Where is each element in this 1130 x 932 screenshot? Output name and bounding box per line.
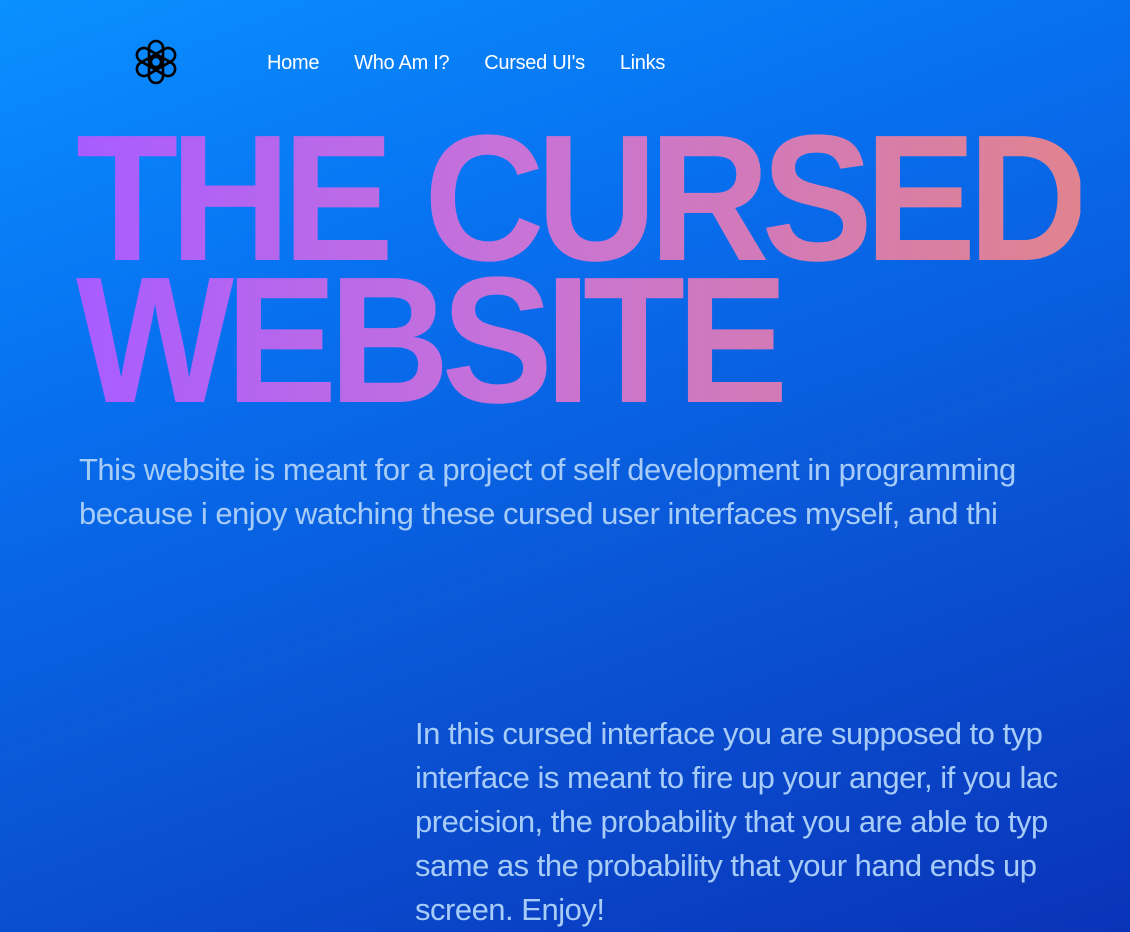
- intro-paragraph: This website is meant for a project of s…: [79, 448, 1130, 536]
- nav-link-cursed-uis[interactable]: Cursed UI's: [484, 52, 585, 75]
- main-nav: Home Who Am I? Cursed UI's Links: [267, 52, 700, 75]
- nav-link-who-am-i[interactable]: Who Am I?: [354, 52, 449, 75]
- description-line-4: same as the probability that your hand e…: [415, 848, 1037, 883]
- description-line-2: interface is meant to fire up your anger…: [415, 760, 1058, 795]
- openai-knot-icon: [135, 39, 177, 85]
- intro-line-1: This website is meant for a project of s…: [79, 452, 1016, 487]
- hero-title: THE CURSED WEBSITE: [76, 128, 1080, 412]
- description-line-3: precision, the probability that you are …: [415, 804, 1048, 839]
- description-line-1: In this cursed interface you are suppose…: [415, 716, 1043, 751]
- nav-link-home[interactable]: Home: [267, 52, 319, 75]
- intro-line-2: because i enjoy watching these cursed us…: [79, 496, 998, 531]
- description-line-5: screen. Enjoy!: [415, 892, 605, 927]
- logo-icon[interactable]: [130, 36, 182, 88]
- nav-link-links[interactable]: Links: [620, 52, 666, 75]
- interface-description: In this cursed interface you are suppose…: [415, 712, 1130, 932]
